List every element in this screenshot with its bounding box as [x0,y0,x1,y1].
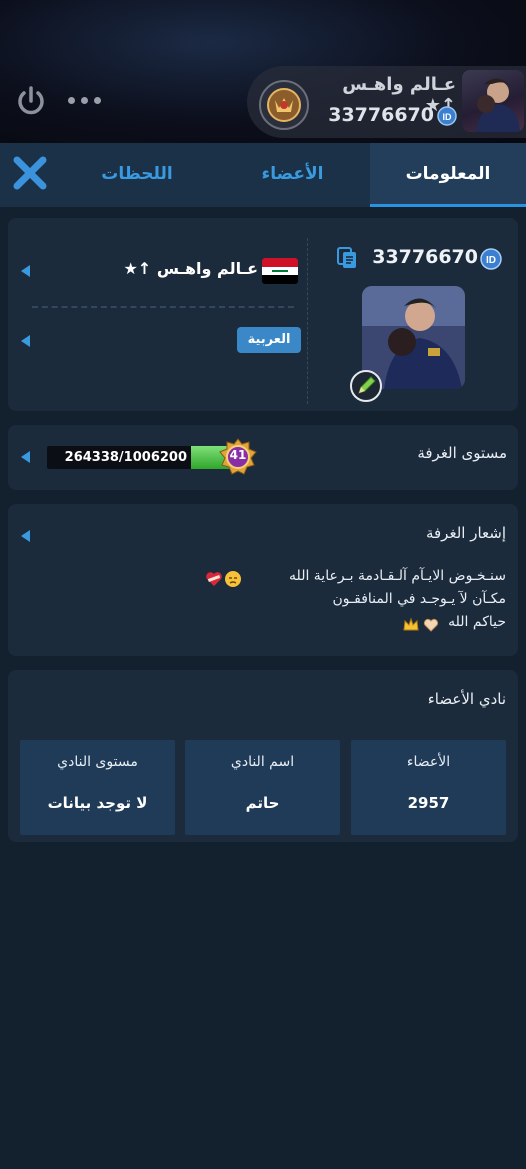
room-header-avatar[interactable] [462,70,524,132]
more-options-icon[interactable] [68,91,108,109]
room-notice-title: إشعار الغرفة [425,524,506,542]
room-header-id: 33776670 [328,104,434,126]
notice-line-3: حياكم الله [448,614,506,630]
club-name-value: حاتم [245,794,280,812]
room-id: 33776670 [372,246,478,268]
bandaged-heart-emoji-icon [205,570,223,588]
iraq-flag-icon [262,258,298,284]
copy-icon[interactable] [336,246,358,270]
club-members-cell[interactable]: الأعضاء 2957 [351,740,506,835]
room-header-name: ﻋـﺎﻟﻢ ﻭﺍﻫـﺲ ↑★ [342,74,456,116]
notice-line-2: مكـآن لآ يـوجـد في المنافقـون [332,591,507,607]
room-name[interactable]: ﻋـﺎﻟﻢ ﻭﺍﻫـﺲ ↑★ [110,259,258,283]
club-level-label: مستوى النادي [57,754,138,770]
level-number: 41 [229,448,247,462]
sad-face-emoji-icon [224,570,242,588]
heart-hands-emoji-icon [422,616,440,634]
notice-line-1: سنـخـوض الايـآم آلـقـادمة بـرعاية الله [289,568,506,584]
close-icon[interactable] [10,153,50,193]
id-badge-text: ID [486,255,496,266]
level-progress-text: 264338/1006200 [64,450,187,465]
room-badge-icon [257,78,311,132]
club-members-label: الأعضاء [406,754,451,770]
id-badge-text: ID [443,112,453,122]
tab-info[interactable]: المعلومات [370,143,526,207]
club-name-cell[interactable]: اسم النادي حاتم [185,740,340,835]
club-level-value: لا توجد بيانات [47,794,148,812]
language-arrow-icon[interactable] [21,335,30,347]
id-badge-icon: ID [480,248,502,270]
tab-moments[interactable]: اللحظات [72,143,202,207]
crown-emoji-icon [402,616,420,634]
member-club-title: نادي الأعضاء [427,690,506,708]
club-level-cell[interactable]: مستوى النادي لا توجد بيانات [20,740,175,835]
room-name-arrow-icon[interactable] [21,265,30,277]
power-icon[interactable] [14,84,48,118]
id-badge-icon: ID [437,106,457,126]
info-row-divider [32,306,294,308]
language-badge[interactable]: العربية [237,327,301,353]
tab-members[interactable]: الأعضاء [220,143,365,207]
level-arrow-icon[interactable] [21,451,30,463]
edit-pencil-icon[interactable] [349,369,383,403]
club-members-value: 2957 [407,794,450,812]
club-name-label: اسم النادي [230,754,295,770]
room-level-label: مستوى الغرفة [417,444,507,462]
info-divider [307,238,308,404]
notice-arrow-icon[interactable] [21,530,30,542]
